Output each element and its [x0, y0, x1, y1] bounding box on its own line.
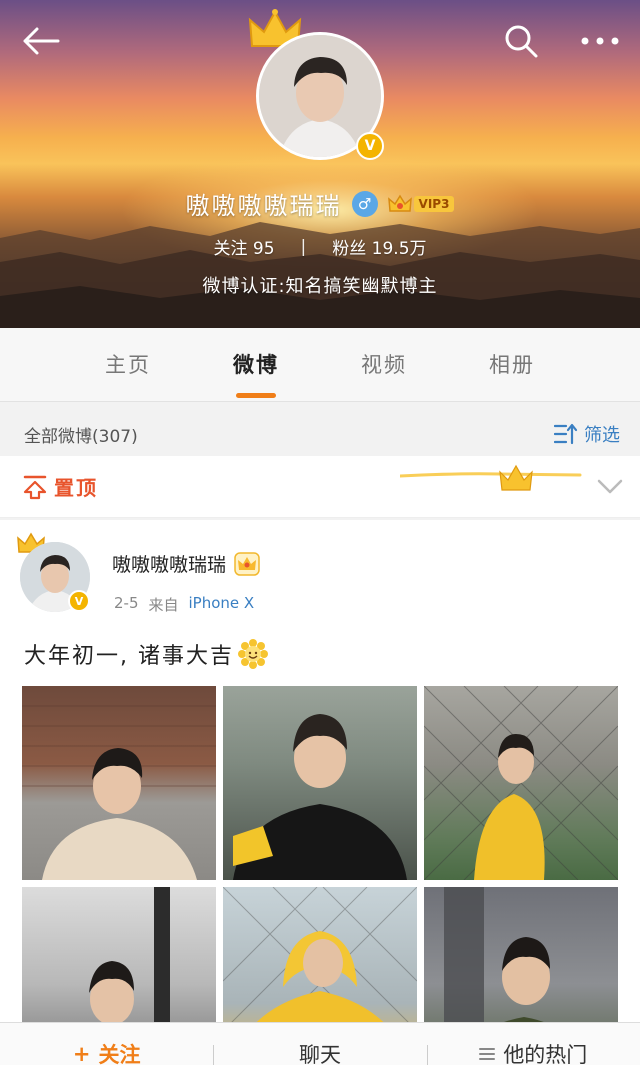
tab-home[interactable]: 主页	[64, 328, 192, 402]
back-arrow-icon	[23, 27, 60, 55]
profile-name: 嗷嗷嗷嗷瑞瑞	[185, 192, 342, 220]
filter-button[interactable]: 筛选	[554, 421, 620, 447]
weibo-post[interactable]: V 嗷嗷嗷嗷瑞瑞 2-5 来自 iPhone X 大年初一, 诸事大吉	[0, 520, 640, 1065]
hot-label: 他的热门	[503, 1043, 588, 1065]
verification-text: 微博认证:知名搞笑幽默博主	[202, 276, 438, 297]
vip-badge[interactable]: VIP3	[387, 194, 455, 214]
stats-divider: |	[300, 236, 307, 257]
filter-label: 筛选	[584, 425, 620, 446]
plus-icon: +	[72, 1042, 91, 1065]
tab-album[interactable]: 相册	[448, 328, 576, 402]
post-source[interactable]: iPhone X	[189, 594, 255, 615]
post-photo-1[interactable]	[22, 686, 216, 880]
following-count: 95	[252, 239, 275, 259]
filter-bar: 全部微博(307) 筛选	[0, 412, 640, 456]
post-source-prefix: 来自	[148, 596, 179, 614]
profile-avatar[interactable]: V	[256, 32, 384, 160]
followers-label: 粉丝	[332, 239, 367, 259]
post-meta: 2-5 来自 iPhone X	[114, 594, 254, 615]
crown-decoration-icon	[400, 464, 582, 491]
chat-label: 聊天	[298, 1043, 341, 1065]
vip-crown-icon	[387, 194, 412, 212]
post-photo-3[interactable]	[424, 686, 618, 880]
tab-weibo[interactable]: 微博	[192, 328, 320, 402]
chevron-down-icon[interactable]	[596, 478, 624, 496]
chat-button[interactable]: 聊天	[213, 1023, 426, 1065]
verified-badge-icon: V	[68, 590, 90, 612]
profile-stats: 关注 95 | 粉丝 19.5万	[0, 234, 640, 260]
search-button[interactable]	[496, 18, 546, 64]
filter-icon	[554, 423, 578, 445]
more-button[interactable]	[570, 18, 630, 64]
male-icon: ♂	[351, 190, 378, 217]
follow-button[interactable]: + 关注	[0, 1023, 213, 1065]
profile-tabs: 主页 微博 视频 相册	[0, 328, 640, 402]
profile-header: V 嗷嗷嗷嗷瑞瑞 ♂ VIP3 关注 95 | 粉丝 19.5万 微博认证:知名…	[0, 0, 640, 328]
followers-stat[interactable]: 粉丝 19.5万	[332, 234, 426, 259]
more-dots-icon	[581, 37, 619, 45]
post-count: 全部微博(307)	[24, 426, 138, 447]
menu-icon	[479, 1048, 496, 1060]
back-button[interactable]	[14, 18, 68, 64]
post-text-content: 大年初一, 诸事大吉	[24, 644, 234, 669]
following-label: 关注	[213, 239, 248, 259]
vip-crown-icon	[234, 551, 260, 576]
follow-label: 关注	[98, 1043, 141, 1065]
pin-top-icon	[23, 475, 47, 499]
verified-badge-icon: V	[356, 132, 384, 160]
post-photo-2[interactable]	[223, 686, 417, 880]
hot-posts-button[interactable]: 他的热门	[426, 1023, 640, 1065]
post-username[interactable]: 嗷嗷嗷嗷瑞瑞	[112, 550, 226, 577]
vip-label: VIP3	[413, 195, 455, 212]
post-user-row: 嗷嗷嗷嗷瑞瑞	[112, 550, 260, 577]
post-date: 2-5	[114, 594, 139, 612]
photo-grid	[22, 686, 618, 1065]
post-avatar[interactable]: V	[20, 542, 90, 612]
post-text: 大年初一, 诸事大吉	[24, 638, 268, 670]
sun-flower-emoji-icon	[238, 639, 268, 669]
pinned-section[interactable]: 置顶	[0, 456, 640, 518]
bottom-action-bar: + 关注 聊天 他的热门	[0, 1022, 640, 1065]
search-icon	[505, 25, 538, 58]
following-stat[interactable]: 关注 95	[213, 234, 274, 259]
followers-count: 19.5万	[371, 239, 427, 259]
pinned-label: 置顶	[54, 476, 98, 500]
tab-video[interactable]: 视频	[320, 328, 448, 402]
profile-name-row: 嗷嗷嗷嗷瑞瑞 ♂ VIP3	[0, 186, 640, 221]
